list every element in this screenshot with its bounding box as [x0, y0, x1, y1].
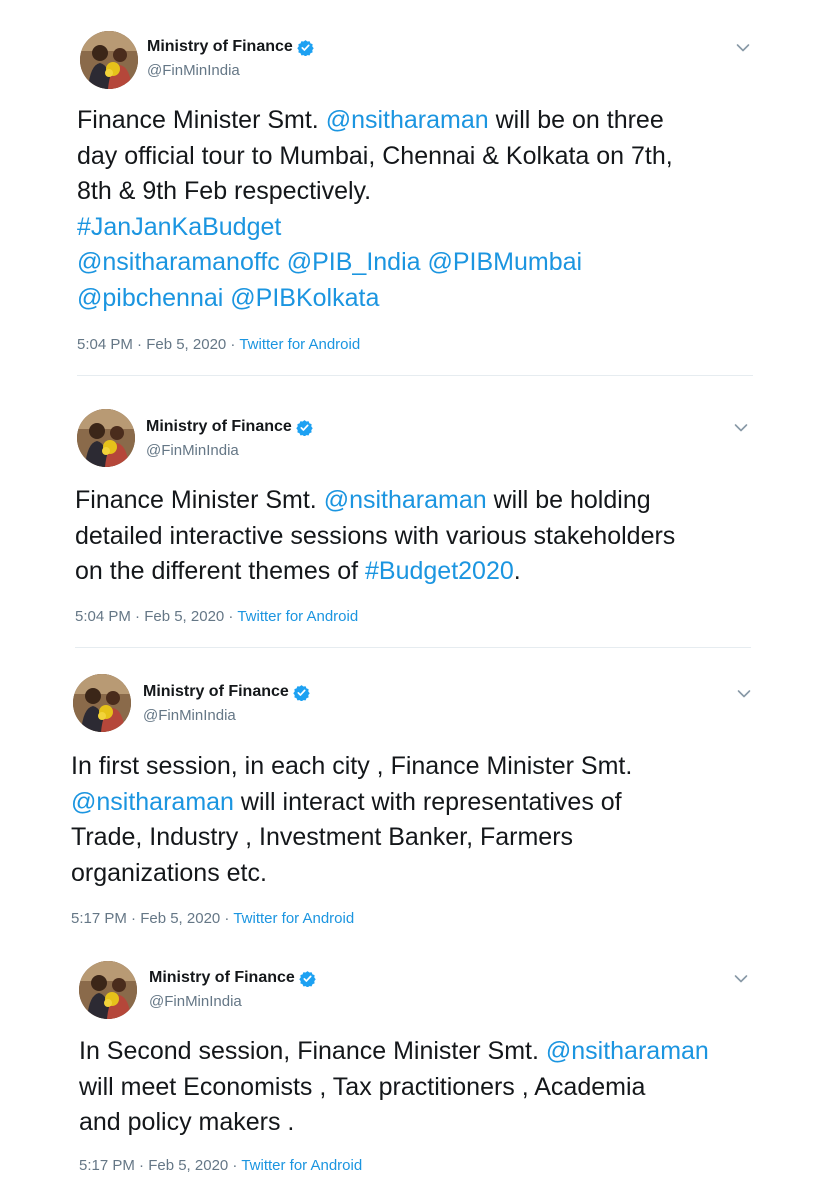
verified-badge-icon — [293, 684, 310, 701]
timestamp[interactable]: 5:04 PM · Feb 5, 2020 · — [77, 336, 239, 353]
tweet-text: In Second session, Finance Minister Smt.… — [79, 1034, 709, 1141]
chevron-down-icon[interactable] — [736, 40, 750, 52]
hashtag-link[interactable]: #Budget2020 — [365, 557, 514, 585]
handle[interactable]: @FinMinIndia — [146, 442, 239, 459]
tweet-text-line: In Second session, Finance Minister Smt.… — [79, 1034, 709, 1070]
author-name[interactable]: Ministry of Finance — [146, 418, 313, 436]
verified-badge-icon — [299, 970, 316, 987]
divider — [75, 647, 751, 648]
chevron-down-icon[interactable] — [737, 686, 751, 698]
tweet-meta: 5:17 PM · Feb 5, 2020 · Twitter for Andr… — [71, 910, 354, 927]
tweet-text-line: Finance Minister Smt. @nsitharaman will … — [75, 483, 675, 519]
text-segment — [421, 248, 428, 276]
avatar[interactable] — [73, 674, 131, 732]
author-name[interactable]: Ministry of Finance — [149, 969, 316, 987]
tweet-text-line: day official tour to Mumbai, Chennai & K… — [77, 139, 673, 175]
text-segment: will interact with representatives of — [233, 787, 622, 816]
tweet-text-line: 8th & 9th Feb respectively. — [77, 174, 673, 210]
hashtag-link[interactable]: #JanJanKaBudget — [77, 213, 281, 241]
tweet-text-line: organizations etc. — [71, 856, 632, 892]
text-segment: Finance Minister Smt. — [75, 486, 324, 514]
tweet-text-line: will meet Economists , Tax practitioners… — [79, 1070, 709, 1106]
source-link[interactable]: Twitter for Android — [233, 910, 354, 927]
author-name-text: Ministry of Finance — [143, 683, 289, 700]
mention-link[interactable]: @nsitharaman — [326, 106, 489, 134]
tweet-text-line: @nsitharaman will interact with represen… — [71, 785, 632, 821]
divider — [77, 375, 753, 376]
author-name-text: Ministry of Finance — [147, 38, 293, 55]
text-segment: on the different themes of — [75, 557, 366, 585]
text-segment: In Second session, Finance Minister Smt. — [79, 1037, 546, 1065]
text-segment: Trade, Industry , Investment Banker, Far… — [71, 823, 574, 851]
text-segment: In first session, in each city , Finance… — [71, 752, 633, 780]
verified-badge-icon — [296, 419, 313, 436]
tweet-meta: 5:17 PM · Feb 5, 2020 · Twitter for Andr… — [79, 1157, 362, 1174]
text-segment: day official tour to Mumbai, Chennai & K… — [77, 141, 673, 170]
text-segment: detailed interactive sessions with vario… — [75, 521, 676, 550]
mention-link[interactable]: @PIBMumbai — [428, 248, 583, 276]
handle[interactable]: @FinMinIndia — [147, 62, 240, 79]
text-segment: and policy makers . — [79, 1108, 295, 1136]
tweet-text-line: detailed interactive sessions with vario… — [75, 519, 675, 555]
mention-link[interactable]: @PIB_India — [287, 248, 421, 276]
text-segment: will be holding — [486, 486, 651, 514]
text-segment: will meet Economists , Tax practitioners… — [79, 1072, 646, 1101]
handle[interactable]: @FinMinIndia — [149, 993, 242, 1010]
author-name[interactable]: Ministry of Finance — [147, 38, 314, 56]
verified-badge-icon — [297, 39, 314, 56]
tweet-text: In first session, in each city , Finance… — [71, 749, 632, 891]
text-segment: organizations etc. — [71, 858, 267, 887]
source-link[interactable]: Twitter for Android — [239, 336, 360, 353]
tweet-text: Finance Minister Smt. @nsitharaman will … — [75, 483, 675, 590]
handle[interactable]: @FinMinIndia — [143, 707, 236, 724]
mention-link[interactable]: @nsitharaman — [71, 788, 234, 816]
timestamp[interactable]: 5:17 PM · Feb 5, 2020 · — [71, 910, 233, 927]
chevron-down-icon[interactable] — [734, 971, 748, 983]
tweet-text-line: and policy makers . — [79, 1105, 709, 1141]
source-link[interactable]: Twitter for Android — [241, 1157, 362, 1174]
timestamp[interactable]: 5:04 PM · Feb 5, 2020 · — [75, 608, 237, 625]
mention-link[interactable]: @PIBKolkata — [230, 284, 379, 312]
tweet-text-line: @nsitharamanoffc @PIB_India @PIBMumbai — [77, 245, 673, 281]
chevron-down-icon[interactable] — [734, 420, 748, 432]
text-segment: 8th & 9th Feb respectively. — [77, 177, 372, 205]
tweet-meta: 5:04 PM · Feb 5, 2020 · Twitter for Andr… — [75, 608, 358, 625]
timestamp[interactable]: 5:17 PM · Feb 5, 2020 · — [79, 1157, 241, 1174]
tweet-text-line: Finance Minister Smt. @nsitharaman will … — [77, 103, 673, 139]
mention-link[interactable]: @nsitharaman — [324, 486, 487, 514]
tweet-text-line: #JanJanKaBudget — [77, 210, 673, 246]
tweet-meta: 5:04 PM · Feb 5, 2020 · Twitter for Andr… — [77, 336, 360, 353]
source-link[interactable]: Twitter for Android — [237, 608, 358, 625]
mention-link[interactable]: @nsitharaman — [546, 1037, 709, 1065]
tweet-text: Finance Minister Smt. @nsitharaman will … — [77, 103, 673, 316]
text-segment: Finance Minister Smt. — [77, 106, 326, 134]
text-segment: . — [513, 557, 521, 585]
avatar[interactable] — [79, 961, 137, 1019]
avatar[interactable] — [80, 31, 138, 89]
tweet-text-line: on the different themes of #Budget2020. — [75, 554, 675, 590]
text-segment: will be on three — [488, 106, 664, 134]
avatar[interactable] — [77, 409, 135, 467]
tweet-text-line: Trade, Industry , Investment Banker, Far… — [71, 820, 632, 856]
text-segment — [280, 248, 287, 276]
tweet-text-line: @pibchennai @PIBKolkata — [77, 281, 673, 317]
tweet-text-line: In first session, in each city , Finance… — [71, 749, 632, 785]
author-name-text: Ministry of Finance — [146, 418, 292, 435]
mention-link[interactable]: @pibchennai — [77, 284, 223, 312]
author-name[interactable]: Ministry of Finance — [143, 683, 310, 701]
mention-link[interactable]: @nsitharamanoffc — [77, 248, 280, 276]
author-name-text: Ministry of Finance — [149, 969, 295, 986]
